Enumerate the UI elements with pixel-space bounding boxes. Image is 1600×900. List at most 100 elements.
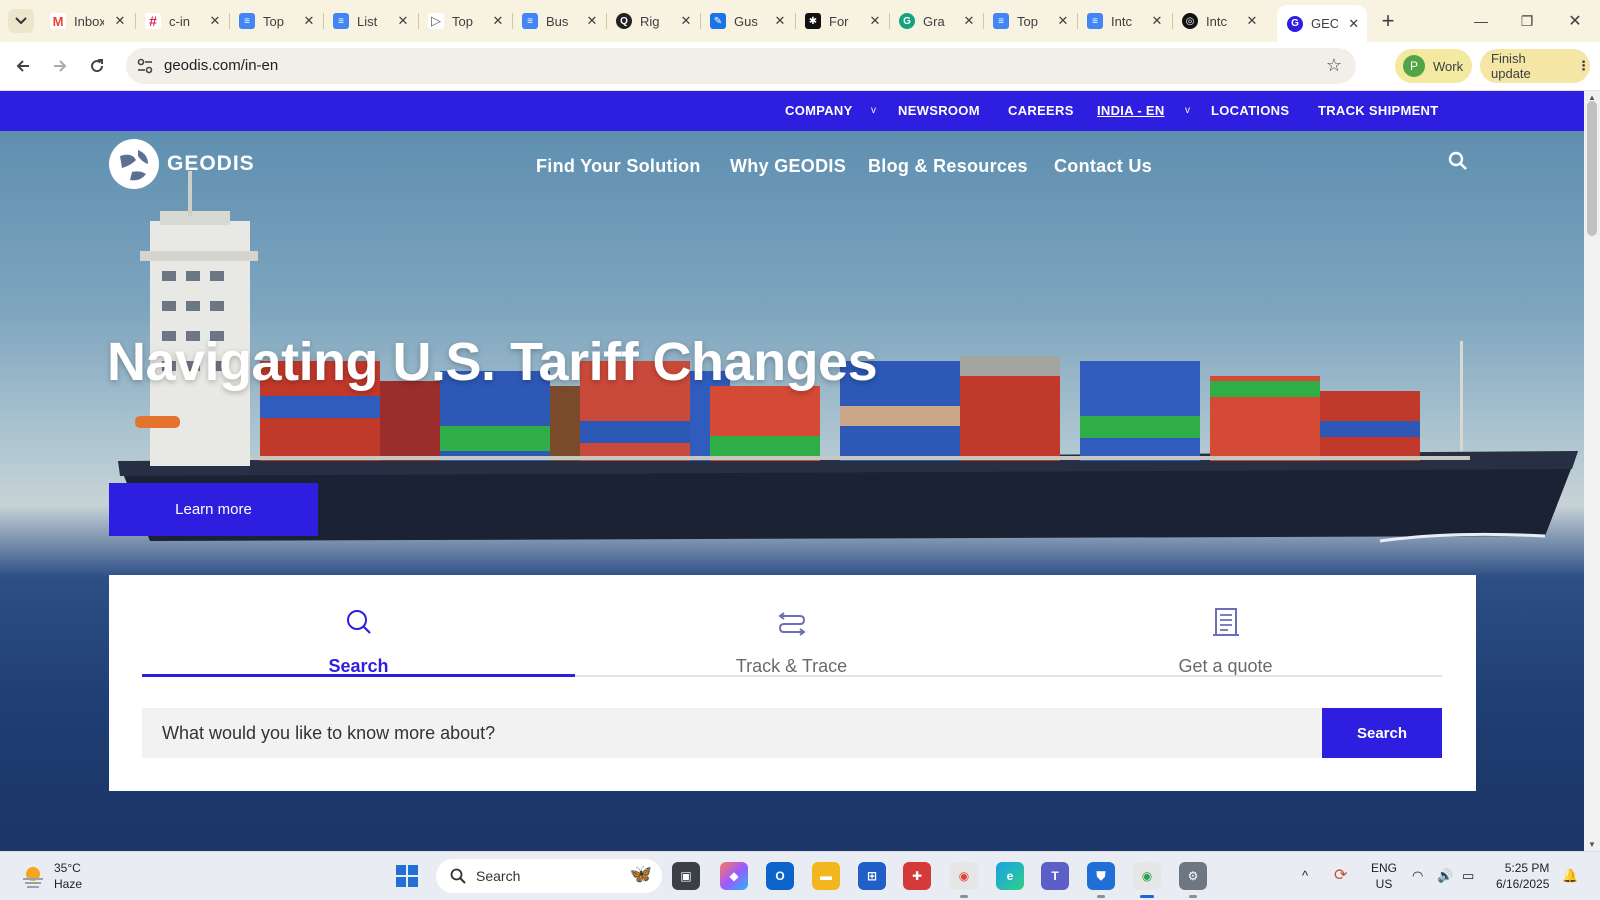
browser-tab[interactable]: ≡ List ✕ — [323, 7, 417, 35]
close-tab-icon[interactable]: ✕ — [867, 13, 883, 29]
globe-logo-icon — [109, 139, 159, 189]
input-language[interactable]: ENG US — [1371, 860, 1397, 892]
arrow-left-icon — [16, 60, 29, 72]
profile-label: Work — [1433, 58, 1464, 74]
tab-get-quote[interactable]: Get a quote — [1009, 597, 1442, 676]
outlook-icon[interactable]: O — [766, 862, 794, 890]
nav-why-geodis[interactable]: Why GEODIS — [730, 156, 846, 177]
scrollbar-thumb[interactable] — [1587, 101, 1597, 236]
windows-start-icon[interactable] — [395, 864, 419, 888]
chevron-down-icon[interactable]: v — [1185, 105, 1190, 116]
search-submit-button[interactable]: Search — [1322, 708, 1442, 758]
close-tab-icon[interactable]: ✕ — [301, 13, 317, 29]
weather-desc: Haze — [54, 877, 83, 891]
browser-tab[interactable]: M Inbox ✕ — [40, 7, 134, 35]
utility-nav-locations[interactable]: LOCATIONS — [1211, 103, 1289, 118]
close-tab-icon[interactable]: ✕ — [207, 13, 223, 29]
tab-search-button[interactable] — [8, 9, 34, 33]
update-label: Finish update — [1491, 51, 1531, 81]
browser-tab[interactable]: ✱ For ✕ — [795, 7, 889, 35]
wifi-icon[interactable]: ◠ — [1412, 868, 1423, 884]
nav-find-your-solution[interactable]: Find Your Solution — [536, 156, 701, 177]
scroll-down-icon[interactable]: ▼ — [1588, 840, 1596, 849]
nav-blog-resources[interactable]: Blog & Resources — [868, 156, 1028, 177]
openai-icon: ◎ — [1182, 13, 1198, 29]
close-tab-icon[interactable]: ✕ — [1055, 13, 1071, 29]
close-tab-icon[interactable]: ✕ — [395, 13, 411, 29]
tab-track-trace[interactable]: Track & Trace — [575, 597, 1008, 676]
copilot-icon[interactable]: ◆ — [720, 862, 748, 890]
notification-bell-icon[interactable]: 🔔 — [1562, 868, 1578, 884]
dark-logo-icon: ✱ — [805, 13, 821, 29]
sync-icon[interactable]: ⟳ — [1334, 865, 1347, 885]
close-tab-icon[interactable]: ✕ — [584, 13, 600, 29]
search-icon — [450, 868, 466, 884]
finish-update-button[interactable]: Finish update ⋮ — [1480, 49, 1590, 83]
gift-app-icon[interactable]: ✚ — [903, 862, 931, 890]
close-tab-icon[interactable]: ✕ — [1244, 13, 1260, 29]
close-tab-icon[interactable]: ✕ — [678, 13, 694, 29]
reload-icon — [91, 59, 104, 73]
close-tab-icon[interactable]: ✕ — [1346, 16, 1361, 32]
tab-get-quote-label: Get a quote — [1178, 656, 1273, 676]
utility-nav-company[interactable]: COMPANY — [785, 103, 853, 118]
system-clock[interactable]: 5:25 PM 6/16/2025 — [1496, 860, 1549, 892]
task-view-icon[interactable]: ▣ — [672, 862, 700, 890]
close-tab-icon[interactable]: ✕ — [112, 13, 128, 29]
utility-nav-newsroom[interactable]: NEWSROOM — [898, 103, 980, 118]
browser-tab[interactable]: ▷ Top ✕ — [418, 7, 512, 35]
bookmark-star-icon[interactable]: ☆ — [1326, 55, 1342, 76]
utility-nav-careers[interactable]: CAREERS — [1008, 103, 1074, 118]
back-button[interactable] — [9, 52, 37, 80]
shield-app-icon[interactable]: ⛊ — [1087, 862, 1115, 898]
utility-nav-region[interactable]: INDIA - EN — [1097, 103, 1165, 118]
close-tab-icon[interactable]: ✕ — [1149, 13, 1165, 29]
geodis-logo[interactable]: GEODIS — [109, 139, 255, 189]
close-window-button[interactable]: ✕ — [1552, 6, 1598, 36]
reload-button[interactable] — [83, 52, 111, 80]
browser-tab[interactable]: ≡ Bus ✕ — [512, 7, 606, 35]
teams-icon[interactable]: T — [1041, 862, 1069, 890]
close-tab-icon[interactable]: ✕ — [490, 13, 506, 29]
site-settings-icon[interactable] — [136, 57, 154, 75]
chrome-icon[interactable]: ◉ — [950, 862, 978, 898]
site-search-input[interactable] — [142, 708, 1322, 758]
edge-icon[interactable]: e — [996, 862, 1024, 890]
close-tab-icon[interactable]: ✕ — [772, 13, 788, 29]
browser-tab[interactable]: ✎ Gus ✕ — [700, 7, 794, 35]
page-scrollbar[interactable]: ▲ ▼ — [1584, 91, 1600, 851]
browser-tab[interactable]: ◎ Intc ✕ — [1172, 7, 1266, 35]
grammarly-icon: G — [899, 13, 915, 29]
learn-more-button[interactable]: Learn more — [109, 483, 318, 536]
address-bar[interactable]: geodis.com/in-en ☆ — [126, 48, 1356, 84]
taskbar-search[interactable]: Search 🦋 — [436, 859, 662, 893]
search-icon[interactable] — [1448, 151, 1468, 171]
browser-tab[interactable]: G Gra ✕ — [889, 7, 983, 35]
browser-tab[interactable]: Q Rig ✕ — [606, 7, 700, 35]
show-hidden-icons-chevron-icon[interactable]: ^ — [1302, 868, 1308, 883]
minimize-button[interactable]: — — [1458, 6, 1504, 36]
file-explorer-icon[interactable]: ▬ — [812, 862, 840, 890]
settings-gear-icon[interactable]: ⚙ — [1179, 862, 1207, 898]
browser-tab-active[interactable]: G GEC ✕ — [1277, 5, 1367, 42]
chrome-profile-icon[interactable]: ◉ — [1133, 862, 1161, 898]
browser-tab[interactable]: ≡ Top ✕ — [229, 7, 323, 35]
restore-button[interactable]: ❐ — [1504, 6, 1550, 36]
profile-button[interactable]: P Work — [1395, 49, 1472, 83]
more-menu-icon[interactable]: ⋮ — [1577, 58, 1590, 74]
browser-tab[interactable]: ≡ Intc ✕ — [1077, 7, 1171, 35]
volume-icon[interactable]: 🔊 — [1437, 868, 1453, 884]
chevron-down-icon[interactable]: v — [871, 105, 876, 116]
weather-widget[interactable]: 35°C Haze — [20, 860, 82, 892]
browser-tab[interactable]: ≡ Top ✕ — [983, 7, 1077, 35]
browser-tab[interactable]: # c-in ✕ — [135, 7, 229, 35]
tab-search[interactable]: Search — [142, 597, 575, 676]
utility-nav-track-shipment[interactable]: TRACK SHIPMENT — [1318, 103, 1438, 118]
microsoft-store-icon[interactable]: ⊞ — [858, 862, 886, 890]
url-text[interactable]: geodis.com/in-en — [164, 57, 278, 74]
battery-icon[interactable]: ▭ — [1462, 868, 1474, 884]
new-tab-button[interactable]: + — [1376, 8, 1400, 33]
forward-button[interactable] — [46, 52, 74, 80]
nav-contact-us[interactable]: Contact Us — [1054, 156, 1152, 177]
close-tab-icon[interactable]: ✕ — [961, 13, 977, 29]
